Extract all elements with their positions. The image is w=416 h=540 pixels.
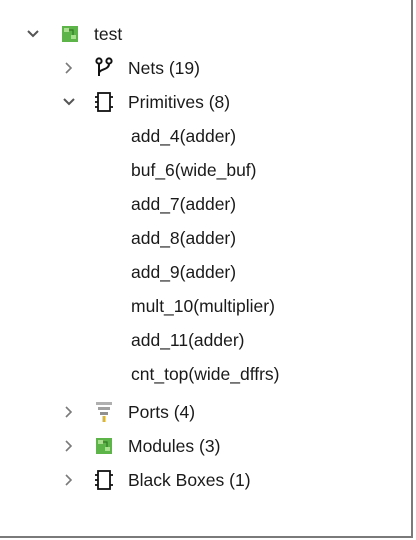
chevron-right-icon[interactable] (60, 59, 78, 77)
tree-node-label: Ports (4) (128, 402, 196, 422)
module-icon (94, 435, 114, 457)
chevron-right-icon[interactable] (60, 403, 78, 421)
tree-node-nets[interactable]: Nets (19) (0, 51, 411, 85)
chevron-right-icon[interactable] (60, 437, 78, 455)
tree-node-ports[interactable]: Ports (4) (0, 395, 411, 429)
primitive-item-label: mult_10(multiplier) (131, 296, 275, 316)
primitive-item[interactable]: add_7(adder) (0, 187, 411, 221)
black-box-icon (94, 469, 114, 491)
module-icon (60, 23, 80, 45)
primitive-item[interactable]: add_8(adder) (0, 221, 411, 255)
chevron-down-icon[interactable] (24, 25, 42, 43)
primitive-item[interactable]: add_4(adder) (0, 119, 411, 153)
primitive-item[interactable]: add_11(adder) (0, 323, 411, 357)
tree-node-black-boxes[interactable]: Black Boxes (1) (0, 463, 411, 497)
primitive-item[interactable]: mult_10(multiplier) (0, 289, 411, 323)
tree-node-test[interactable]: test (0, 17, 411, 51)
chevron-right-icon[interactable] (60, 471, 78, 489)
funnel-icon (94, 401, 114, 423)
chevron-down-icon[interactable] (60, 93, 78, 111)
tree-node-modules[interactable]: Modules (3) (0, 429, 411, 463)
black-box-icon (94, 91, 114, 113)
tree-node-label: Black Boxes (1) (128, 470, 251, 490)
primitive-item-label: add_7(adder) (131, 194, 237, 214)
primitive-item-label: buf_6(wide_buf) (131, 160, 257, 180)
primitive-item-label: add_8(adder) (131, 228, 237, 248)
hierarchy-tree-panel: test Nets (19) Primitives (8) add_4(adde… (0, 0, 413, 538)
primitive-item[interactable]: cnt_top(wide_dffrs) (0, 357, 411, 391)
primitive-item[interactable]: add_9(adder) (0, 255, 411, 289)
primitive-item-label: add_4(adder) (131, 126, 237, 146)
primitive-item[interactable]: buf_6(wide_buf) (0, 153, 411, 187)
nets-fork-icon (94, 57, 114, 79)
primitive-item-label: cnt_top(wide_dffrs) (131, 364, 280, 384)
tree-node-primitives[interactable]: Primitives (8) (0, 85, 411, 119)
tree-node-label: test (94, 24, 123, 44)
primitive-item-label: add_9(adder) (131, 262, 237, 282)
tree-node-label: Nets (19) (128, 58, 200, 78)
tree-node-label: Modules (3) (128, 436, 221, 456)
primitive-item-label: add_11(adder) (131, 330, 245, 350)
tree-node-label: Primitives (8) (128, 92, 231, 112)
